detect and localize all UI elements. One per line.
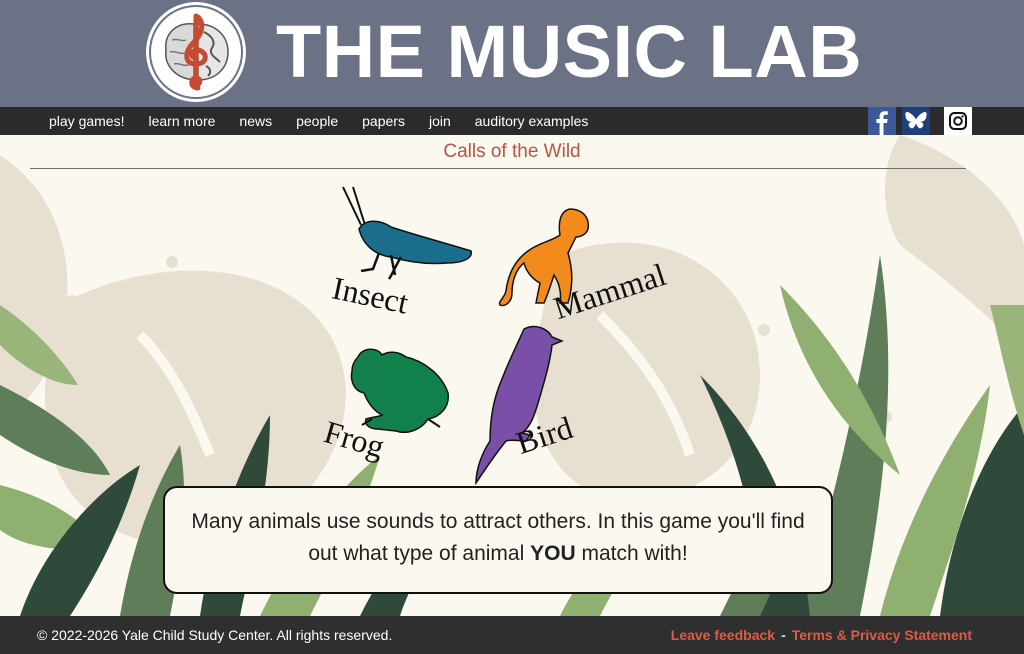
- nav-learn-more[interactable]: learn more: [136, 107, 227, 135]
- footer-separator: -: [781, 627, 786, 643]
- game-intro-area: Calls of the Wild Insect Mammal Frog Bir…: [0, 135, 1024, 616]
- site-footer: © 2022-2026 Yale Child Study Center. All…: [0, 616, 1024, 654]
- bluesky-icon[interactable]: [902, 107, 930, 135]
- instagram-icon[interactable]: [944, 107, 972, 135]
- description-emphasis: YOU: [530, 542, 576, 565]
- facebook-icon[interactable]: [868, 107, 896, 135]
- nav-news[interactable]: news: [227, 107, 284, 135]
- leave-feedback-link[interactable]: Leave feedback: [671, 627, 775, 643]
- site-header: THE MUSIC LAB: [0, 0, 1024, 107]
- bird-icon[interactable]: [472, 323, 564, 485]
- nav-people[interactable]: people: [284, 107, 350, 135]
- page-title: Calls of the Wild: [443, 141, 581, 162]
- game-description-box: Many animals use sounds to attract other…: [163, 486, 833, 594]
- description-text-end: match with!: [575, 542, 688, 565]
- nav-join[interactable]: join: [417, 107, 463, 135]
- nav-auditory-examples[interactable]: auditory examples: [463, 107, 601, 135]
- description-text-start: Many animals use sounds to attract other…: [191, 510, 805, 565]
- nav-papers[interactable]: papers: [350, 107, 417, 135]
- nav-play-games[interactable]: play games!: [37, 107, 136, 135]
- title-divider: [30, 168, 966, 169]
- frog-icon[interactable]: [348, 345, 452, 435]
- site-title[interactable]: THE MUSIC LAB: [276, 4, 862, 100]
- music-lab-logo-icon[interactable]: [146, 2, 246, 102]
- copyright-text: © 2022-2026 Yale Child Study Center. All…: [37, 627, 393, 643]
- grasshopper-icon[interactable]: [335, 185, 480, 280]
- terms-privacy-link[interactable]: Terms & Privacy Statement: [792, 627, 972, 643]
